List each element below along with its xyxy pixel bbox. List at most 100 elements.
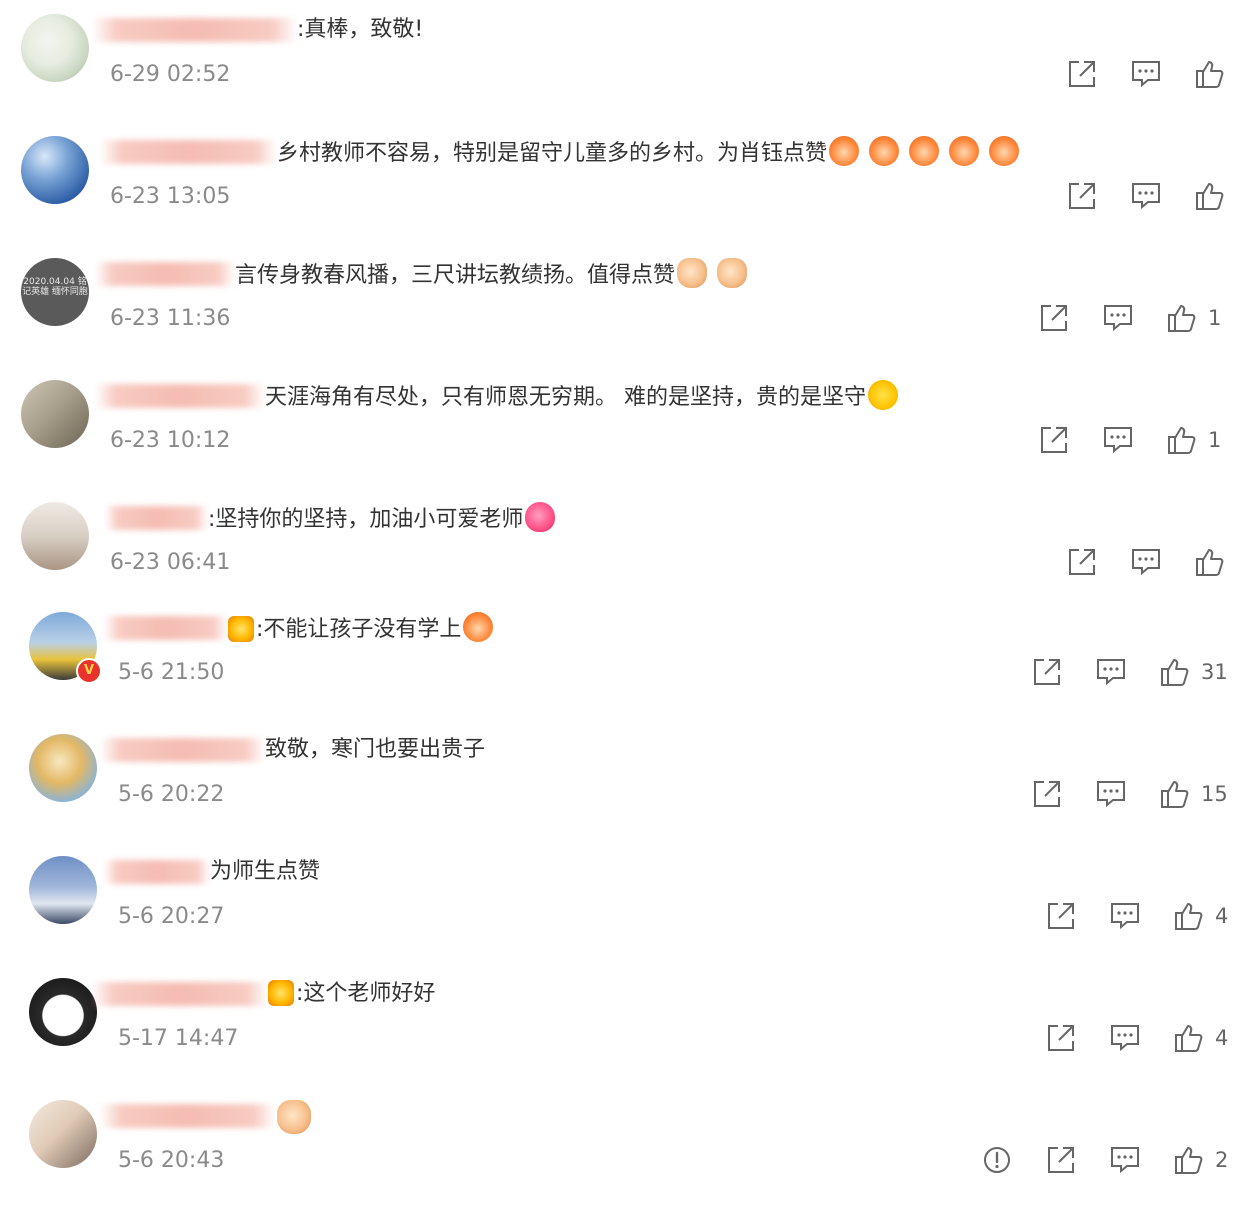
comment-button[interactable] bbox=[1095, 656, 1127, 688]
vip-crown-icon bbox=[228, 616, 254, 642]
share-icon bbox=[1066, 180, 1098, 212]
comment-text-content: :这个老师好好 bbox=[296, 981, 436, 1006]
avatar[interactable] bbox=[29, 1100, 97, 1168]
comment-button[interactable] bbox=[1109, 900, 1141, 932]
share-button[interactable] bbox=[1031, 656, 1063, 688]
like-count: 1 bbox=[1208, 428, 1222, 452]
comment-time: 6-23 10:12 bbox=[110, 428, 231, 453]
avatar[interactable] bbox=[21, 14, 89, 82]
thumbs-up-icon bbox=[1159, 656, 1191, 688]
share-button[interactable] bbox=[1031, 778, 1063, 810]
share-icon bbox=[1038, 424, 1070, 456]
thumbs-up-icon bbox=[1194, 180, 1226, 212]
comment-actions: 4 bbox=[1045, 900, 1245, 932]
like-button[interactable] bbox=[1194, 180, 1226, 212]
like-count: 31 bbox=[1201, 660, 1228, 684]
thumbs-up-icon bbox=[1173, 1144, 1205, 1176]
username-blurred[interactable] bbox=[95, 384, 265, 408]
share-icon bbox=[1066, 546, 1098, 578]
comment-time: 6-23 13:05 bbox=[110, 184, 231, 209]
thumbs-up-icon bbox=[1173, 900, 1205, 932]
share-button[interactable] bbox=[1045, 1144, 1077, 1176]
comment-text: 为师生点赞 bbox=[210, 856, 320, 888]
comment-text: 致敬，寒门也要出贵子 bbox=[265, 734, 485, 766]
avatar[interactable] bbox=[21, 502, 89, 570]
comment-actions bbox=[1066, 546, 1236, 578]
avatar[interactable] bbox=[29, 734, 97, 802]
comment-text-content: 为师生点赞 bbox=[210, 859, 321, 884]
like-button[interactable] bbox=[1194, 58, 1226, 90]
username-blurred[interactable] bbox=[105, 506, 208, 530]
comment-item: 2020.04.04 铭记英雄 缅怀同胞 言传身教春风播，三尺讲坛教绩扬。值得点… bbox=[0, 244, 1253, 366]
like-button[interactable] bbox=[1194, 546, 1226, 578]
share-icon bbox=[1038, 302, 1070, 334]
username-blurred[interactable] bbox=[95, 262, 235, 286]
comment-text bbox=[275, 1100, 311, 1138]
share-icon bbox=[1066, 58, 1098, 90]
like-count: 4 bbox=[1215, 1026, 1229, 1050]
report-button[interactable] bbox=[981, 1144, 1013, 1176]
username-blurred[interactable] bbox=[100, 1104, 275, 1128]
comment-item: :这个老师好好 5-17 14:47 4 bbox=[0, 964, 1253, 1086]
like-button[interactable]: 1 bbox=[1166, 424, 1221, 456]
comment-text-content: 致敬，寒门也要出贵子 bbox=[265, 737, 486, 762]
comment-button[interactable] bbox=[1102, 424, 1134, 456]
username-blurred[interactable] bbox=[104, 860, 210, 884]
username-blurred[interactable] bbox=[100, 738, 265, 762]
comment-icon bbox=[1095, 656, 1127, 688]
comment-time: 5-6 20:43 bbox=[118, 1148, 225, 1173]
comment-button[interactable] bbox=[1095, 778, 1127, 810]
username-blurred[interactable] bbox=[92, 18, 297, 42]
username-blurred[interactable] bbox=[92, 982, 268, 1006]
share-button[interactable] bbox=[1066, 58, 1098, 90]
clap-emoji-icon bbox=[463, 612, 494, 642]
comment-icon bbox=[1095, 778, 1127, 810]
comment-text: :坚持你的坚持，加油小可爱老师 bbox=[208, 502, 556, 536]
comment-button[interactable] bbox=[1130, 180, 1162, 212]
comment-button[interactable] bbox=[1102, 302, 1134, 334]
comment-actions: 31 bbox=[1031, 656, 1241, 688]
avatar[interactable] bbox=[29, 856, 97, 924]
like-button[interactable]: 2 bbox=[1173, 1144, 1228, 1176]
comment-item: V :不能让孩子没有学上 5-6 21:50 31 bbox=[0, 598, 1253, 720]
username-blurred[interactable] bbox=[104, 616, 228, 640]
comment-actions: 1 bbox=[1038, 302, 1238, 334]
comment-time: 5-17 14:47 bbox=[118, 1026, 239, 1051]
like-button[interactable]: 4 bbox=[1173, 900, 1228, 932]
share-button[interactable] bbox=[1038, 302, 1070, 334]
like-button[interactable]: 1 bbox=[1166, 302, 1221, 334]
comment-item: 乡村教师不容易，特别是留守儿童多的乡村。为肖钰点赞 6-23 13:05 bbox=[0, 122, 1253, 244]
comment-button[interactable] bbox=[1109, 1144, 1141, 1176]
comment-actions bbox=[1066, 180, 1236, 212]
comment-button[interactable] bbox=[1130, 58, 1162, 90]
avatar[interactable] bbox=[29, 978, 97, 1046]
comment-text: 天涯海角有尽处，只有师恩无穷期。 难的是坚持，贵的是坚守 bbox=[265, 380, 898, 414]
comment-icon bbox=[1102, 424, 1134, 456]
share-button[interactable] bbox=[1066, 180, 1098, 212]
comment-button[interactable] bbox=[1130, 546, 1162, 578]
thumbs-up-icon bbox=[1194, 58, 1226, 90]
like-count: 2 bbox=[1215, 1148, 1229, 1172]
like-button[interactable]: 15 bbox=[1159, 778, 1228, 810]
share-button[interactable] bbox=[1045, 1022, 1077, 1054]
comment-actions: 1 bbox=[1038, 424, 1238, 456]
like-button[interactable]: 31 bbox=[1159, 656, 1228, 688]
comment-button[interactable] bbox=[1109, 1022, 1141, 1054]
share-button[interactable] bbox=[1066, 546, 1098, 578]
thumbs-up-icon bbox=[1194, 546, 1226, 578]
comment-text: 言传身教春风播，三尺讲坛教绩扬。值得点赞 bbox=[235, 258, 748, 292]
comment-icon bbox=[1109, 1022, 1141, 1054]
share-button[interactable] bbox=[1045, 900, 1077, 932]
comment-time: 6-23 06:41 bbox=[110, 550, 231, 575]
comment-text: :真棒，致敬! bbox=[297, 14, 423, 46]
avatar[interactable]: 2020.04.04 铭记英雄 缅怀同胞 bbox=[21, 258, 89, 326]
share-button[interactable] bbox=[1038, 424, 1070, 456]
like-button[interactable]: 4 bbox=[1173, 1022, 1228, 1054]
avatar[interactable] bbox=[21, 380, 89, 448]
clap-emoji-icon bbox=[949, 136, 980, 166]
clap-emoji-icon bbox=[989, 136, 1020, 166]
laughing-emoji-icon bbox=[868, 380, 898, 410]
avatar[interactable] bbox=[21, 136, 89, 204]
username-blurred[interactable] bbox=[100, 140, 277, 164]
comment-item: :坚持你的坚持，加油小可爱老师 6-23 06:41 bbox=[0, 488, 1253, 610]
